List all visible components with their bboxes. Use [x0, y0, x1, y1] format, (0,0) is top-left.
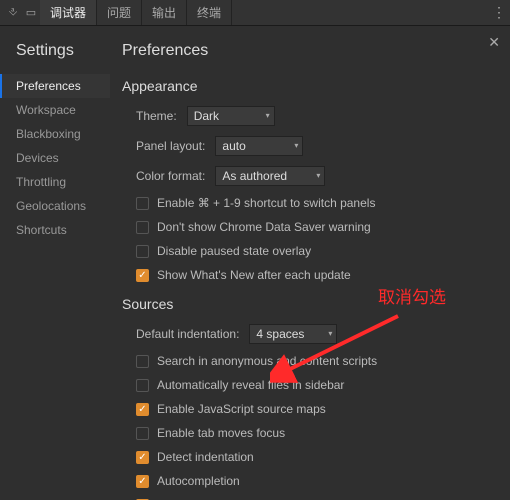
checkbox-label: Don't show Chrome Data Saver warning: [157, 220, 371, 234]
checkbox-icon[interactable]: ✓: [136, 475, 149, 488]
sidebar-item-preferences[interactable]: Preferences: [0, 74, 110, 98]
chevron-down-icon: ▾: [294, 141, 298, 150]
checkbox-icon[interactable]: [136, 355, 149, 368]
appearance-check-2[interactable]: Disable paused state overlay: [136, 244, 492, 258]
sidebar-item-shortcuts[interactable]: Shortcuts: [0, 218, 110, 242]
panel-layout-value: auto: [222, 139, 245, 153]
sidebar-item-throttling[interactable]: Throttling: [0, 170, 110, 194]
tab-bar: ⎀ ▭ 调试器 问题 输出 终端 ⋮: [0, 0, 510, 26]
kebab-menu-icon[interactable]: ⋮: [488, 0, 510, 25]
settings-panel: ✕ Settings Preferences Workspace Blackbo…: [0, 26, 510, 500]
indent-row: Default indentation: 4 spaces ▾: [122, 324, 492, 344]
tab-output[interactable]: 输出: [142, 0, 187, 25]
color-format-label: Color format:: [136, 169, 205, 183]
section-sources-title: Sources: [122, 296, 492, 312]
sources-check-4[interactable]: ✓ Detect indentation: [136, 450, 492, 464]
sources-check-5[interactable]: ✓ Autocompletion: [136, 474, 492, 488]
chevron-down-icon: ▾: [266, 111, 270, 120]
checkbox-icon[interactable]: [136, 427, 149, 440]
appearance-check-0[interactable]: Enable ⌘ + 1-9 shortcut to switch panels: [136, 196, 492, 210]
panel-layout-row: Panel layout: auto ▾: [122, 136, 492, 156]
chevron-down-icon: ▾: [328, 329, 332, 338]
checkbox-label: Enable tab moves focus: [157, 426, 285, 440]
sidebar-item-geolocations[interactable]: Geolocations: [0, 194, 110, 218]
checkbox-icon[interactable]: [136, 197, 149, 210]
sidebar-item-workspace[interactable]: Workspace: [0, 98, 110, 122]
checkbox-label: Automatically reveal files in sidebar: [157, 378, 344, 392]
checkbox-label: Autocompletion: [157, 474, 240, 488]
inspect-icon[interactable]: ⎀: [4, 0, 22, 25]
sidebar-title: Settings: [16, 42, 110, 60]
checkbox-icon[interactable]: [136, 379, 149, 392]
close-icon[interactable]: ✕: [488, 34, 500, 51]
color-format-row: Color format: As authored ▾: [122, 166, 492, 186]
sources-check-3[interactable]: Enable tab moves focus: [136, 426, 492, 440]
settings-sidebar: Settings Preferences Workspace Blackboxi…: [0, 26, 110, 500]
theme-row: Theme: Dark ▾: [122, 106, 492, 126]
sources-check-1[interactable]: Automatically reveal files in sidebar: [136, 378, 492, 392]
checkbox-label: Enable ⌘ + 1-9 shortcut to switch panels: [157, 196, 375, 210]
theme-select[interactable]: Dark ▾: [187, 106, 275, 126]
sidebar-item-devices[interactable]: Devices: [0, 146, 110, 170]
checkbox-label: Detect indentation: [157, 450, 254, 464]
checkbox-icon[interactable]: ✓: [136, 451, 149, 464]
checkbox-label: Show What's New after each update: [157, 268, 351, 282]
tab-issues[interactable]: 问题: [97, 0, 142, 25]
sources-check-2[interactable]: ✓ Enable JavaScript source maps: [136, 402, 492, 416]
checkbox-icon[interactable]: ✓: [136, 403, 149, 416]
checkbox-icon[interactable]: [136, 221, 149, 234]
settings-content: Preferences Appearance Theme: Dark ▾ Pan…: [110, 26, 510, 500]
page-title: Preferences: [122, 42, 492, 60]
chevron-down-icon: ▾: [316, 171, 320, 180]
indent-select[interactable]: 4 spaces ▾: [249, 324, 337, 344]
panel-layout-select[interactable]: auto ▾: [215, 136, 303, 156]
appearance-check-1[interactable]: Don't show Chrome Data Saver warning: [136, 220, 492, 234]
sidebar-item-blackboxing[interactable]: Blackboxing: [0, 122, 110, 146]
checkbox-icon[interactable]: ✓: [136, 269, 149, 282]
theme-value: Dark: [194, 109, 219, 123]
checkbox-label: Disable paused state overlay: [157, 244, 311, 258]
panel-layout-label: Panel layout:: [136, 139, 205, 153]
indent-label: Default indentation:: [136, 327, 239, 341]
checkbox-label: Search in anonymous and content scripts: [157, 354, 377, 368]
color-format-value: As authored: [222, 169, 287, 183]
checkbox-icon[interactable]: [136, 245, 149, 258]
theme-label: Theme:: [136, 109, 177, 123]
checkbox-label: Enable JavaScript source maps: [157, 402, 326, 416]
section-appearance-title: Appearance: [122, 78, 492, 94]
device-icon[interactable]: ▭: [22, 0, 40, 25]
sources-check-0[interactable]: Search in anonymous and content scripts: [136, 354, 492, 368]
color-format-select[interactable]: As authored ▾: [215, 166, 325, 186]
indent-value: 4 spaces: [256, 327, 304, 341]
appearance-check-3[interactable]: ✓ Show What's New after each update: [136, 268, 492, 282]
tab-terminal[interactable]: 终端: [187, 0, 232, 25]
tab-debugger[interactable]: 调试器: [40, 0, 97, 25]
